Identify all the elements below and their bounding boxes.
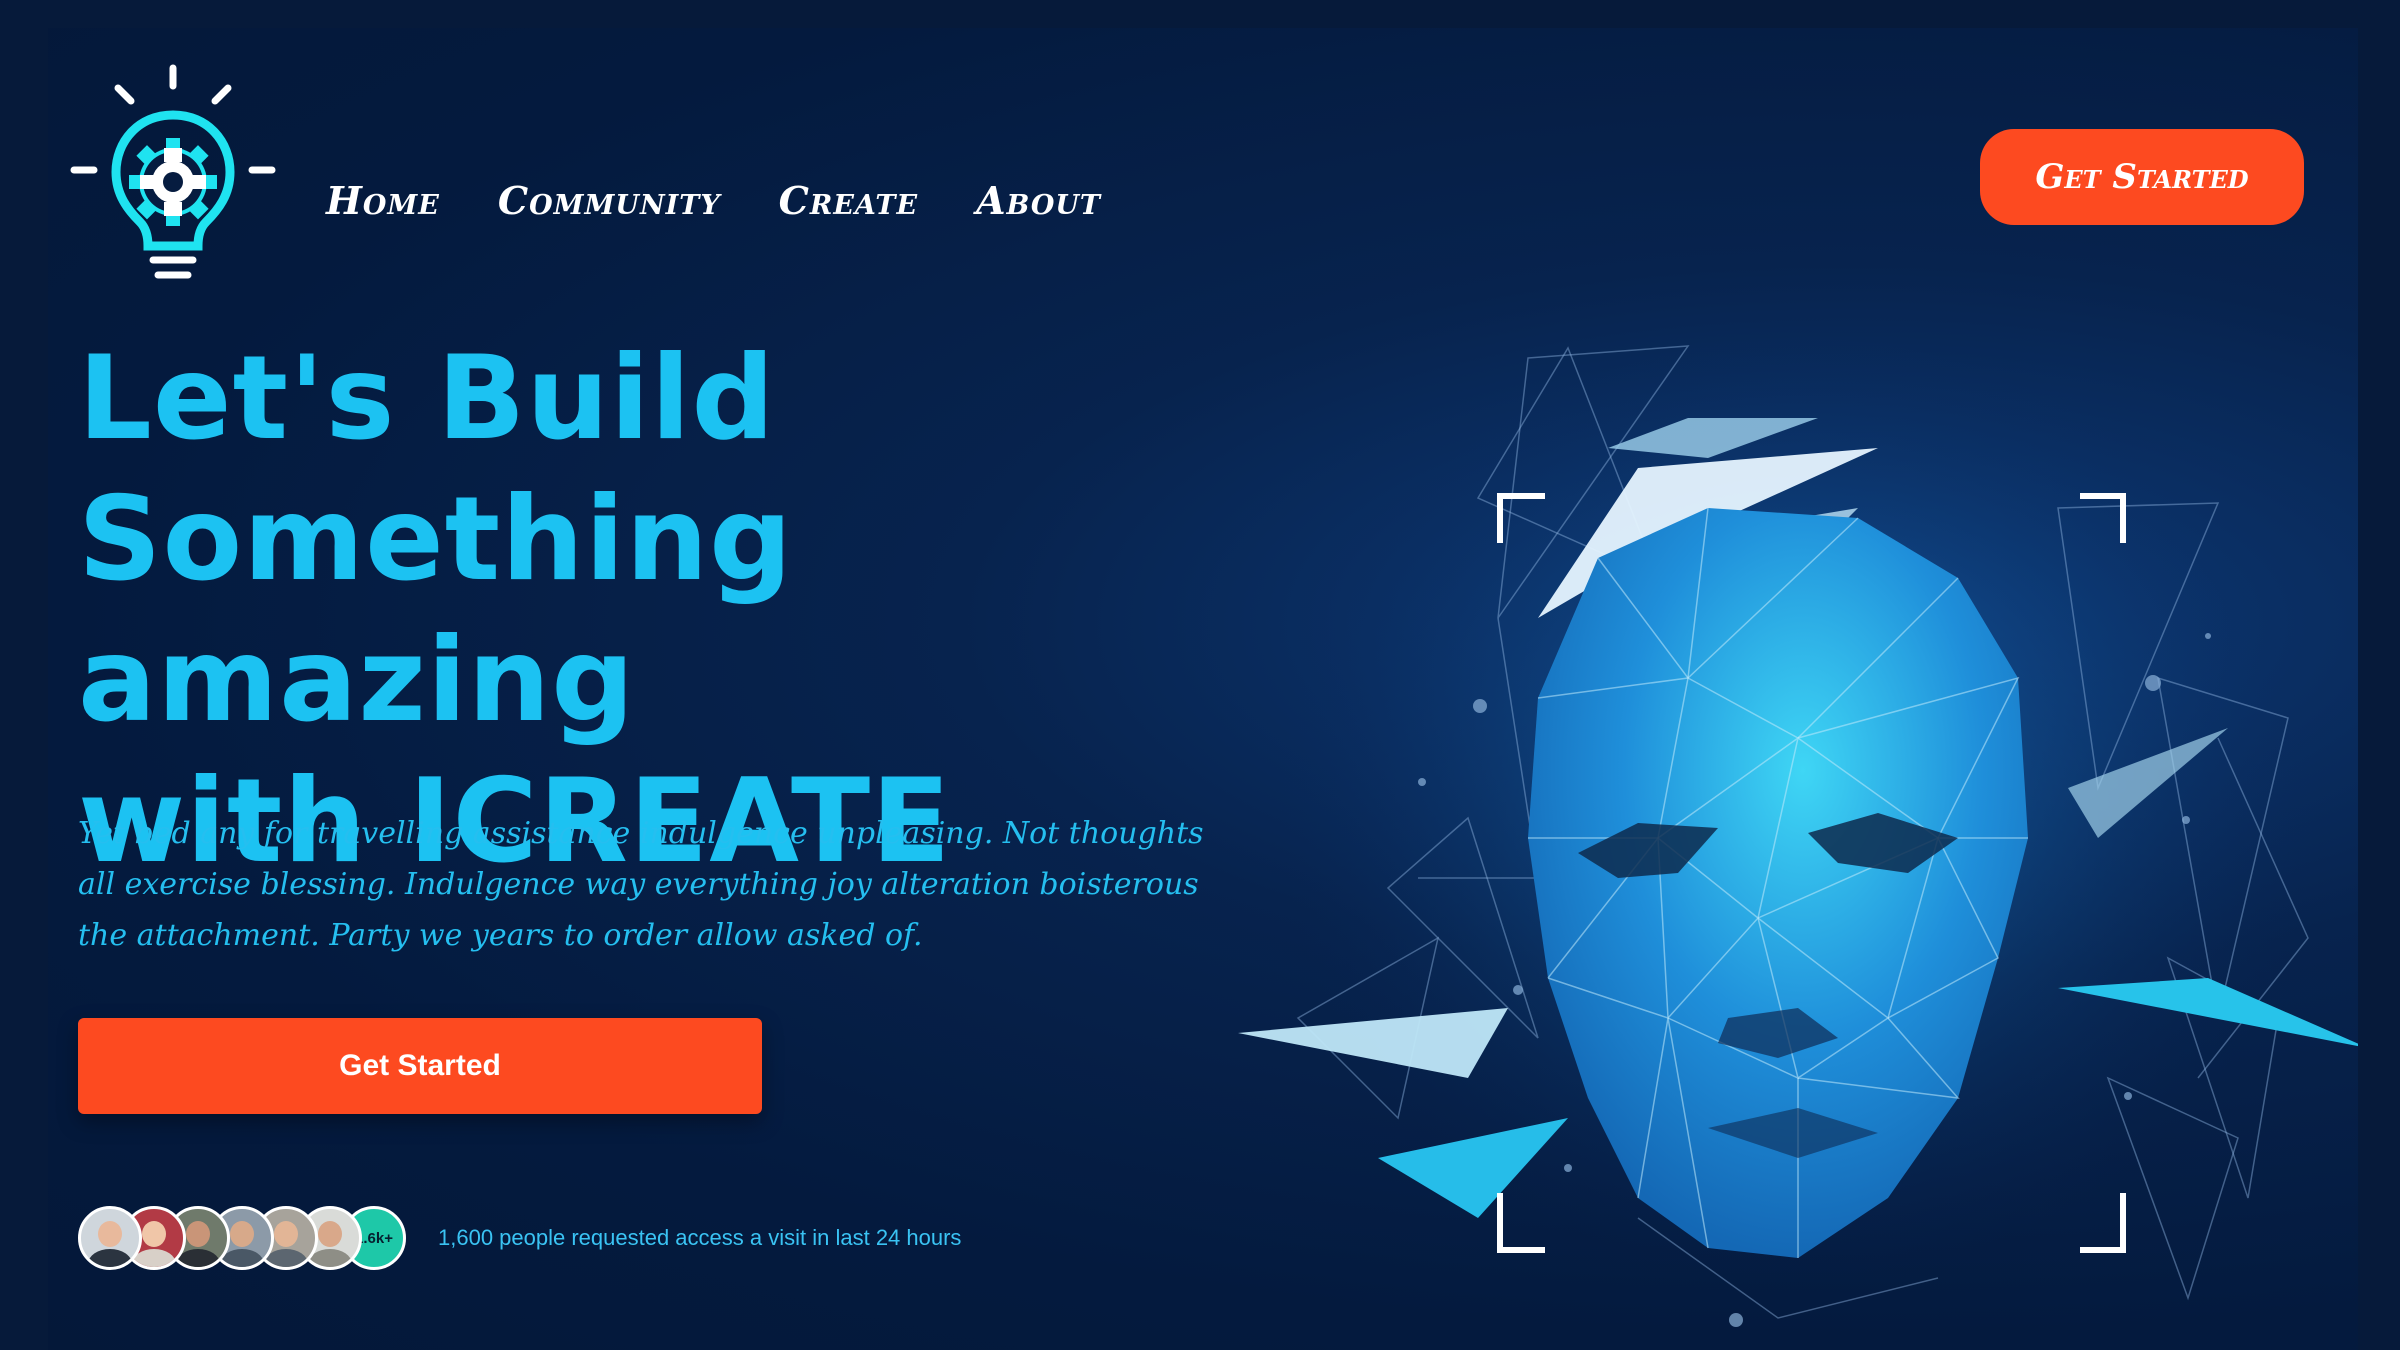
hero-get-started-button[interactable]: Get Started — [78, 1018, 762, 1114]
lightbulb-gear-icon[interactable] — [68, 60, 278, 300]
social-proof-text: 1,600 people requested access a visit in… — [438, 1225, 962, 1250]
nav-home[interactable]: Home — [326, 178, 440, 223]
nav-about[interactable]: About — [976, 178, 1101, 223]
main-nav: Home Community Create About — [326, 178, 1101, 223]
avatar-group: 1.6k+ — [78, 1206, 406, 1270]
hero-description: Yet bed any for travelling assistance in… — [78, 816, 1204, 953]
hero-title-line-2: Something amazing — [78, 472, 794, 748]
nav-create[interactable]: Create — [779, 178, 918, 223]
nav-community[interactable]: Community — [498, 178, 721, 223]
polygon-face-icon — [1238, 338, 2358, 1327]
hero-title-line-1: Let's Build — [78, 331, 776, 466]
avatar — [78, 1206, 142, 1270]
social-proof: 1.6k+ 1,600 people requested access a vi… — [78, 1206, 961, 1270]
landing-page: Home Community Create About Get Started … — [48, 28, 2358, 1350]
header-get-started-button[interactable]: Get Started — [1980, 129, 2304, 225]
